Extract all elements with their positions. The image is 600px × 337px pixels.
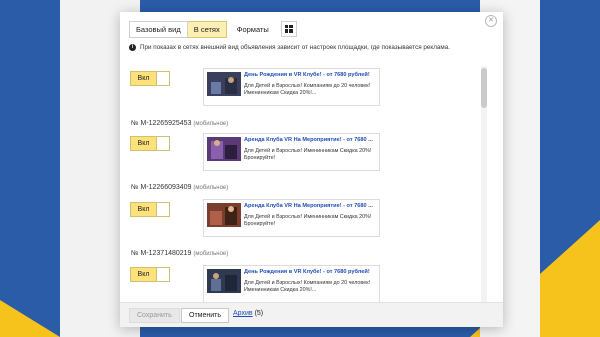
ad-thumbnail bbox=[207, 203, 241, 227]
ad-id-type: (мобильное) bbox=[193, 185, 229, 191]
archive-count: (5) bbox=[254, 310, 264, 317]
info-message: i При показах в сетях внешний вид объявл… bbox=[129, 44, 450, 51]
view-tabs: Базовый вид В сетях Форматы bbox=[129, 20, 297, 38]
grid-view-icon[interactable] bbox=[280, 21, 297, 37]
ad-id: № M-12265925453 (мобильное) bbox=[131, 120, 228, 127]
toggle-label: Вкл bbox=[131, 203, 156, 216]
ad-id-type: (мобильное) bbox=[193, 121, 229, 127]
ad-preview-card: День Рождения в VR Клубе! - от 7680 рубл… bbox=[203, 68, 380, 106]
ad-id-number: № M-12371480219 bbox=[131, 250, 192, 257]
save-button[interactable]: Сохранить bbox=[129, 308, 180, 323]
ad-id: № M-12266093409 (мобильное) bbox=[131, 184, 228, 191]
toggle-label: Вкл bbox=[131, 137, 156, 150]
modal-footer: Сохранить Отменить Архив (5) bbox=[120, 302, 503, 327]
ad-title-link[interactable]: Аренда Клуба VR На Мероприятие! - от 768… bbox=[244, 203, 379, 210]
ad-thumbnail bbox=[207, 72, 241, 96]
ad-title-link[interactable]: День Рождения в VR Клубе! - от 7680 рубл… bbox=[244, 269, 379, 276]
scrollbar-thumb[interactable] bbox=[481, 68, 487, 108]
ad-preview-modal: ✕ Базовый вид В сетях Форматы i При пока… bbox=[120, 12, 503, 327]
ad-preview-card: Аренда Клуба VR На Мероприятие! - от 768… bbox=[203, 133, 380, 171]
ad-id-number: № M-12265925453 bbox=[131, 120, 192, 127]
ad-id: № M-12371480219 (мобильное) bbox=[131, 250, 228, 257]
info-text: При показах в сетях внешний вид объявлен… bbox=[140, 44, 450, 51]
cancel-button[interactable]: Отменить bbox=[181, 308, 229, 323]
toggle-label: Вкл bbox=[131, 268, 156, 281]
close-icon[interactable]: ✕ bbox=[485, 15, 497, 27]
ads-list: Вкл День Рождения в VR Клубе! - от 7680 … bbox=[120, 64, 503, 304]
ad-body-text: Для Детей и Взрослых! Компаниям до 20 че… bbox=[244, 83, 371, 96]
ad-preview-card: День Рождения в VR Клубе! - от 7680 рубл… bbox=[203, 265, 380, 303]
ad-preview-card: Аренда Клуба VR На Мероприятие! - от 768… bbox=[203, 199, 380, 237]
ad-title-link[interactable]: Аренда Клуба VR На Мероприятие! - от 768… bbox=[244, 137, 379, 144]
archive-link[interactable]: Архив bbox=[233, 310, 253, 317]
ad-body-text: Для Детей и Взрослых! Именинникам Скидка… bbox=[244, 214, 372, 227]
toggle-label: Вкл bbox=[131, 72, 156, 85]
tab-networks[interactable]: В сетях bbox=[187, 20, 227, 38]
ad-thumbnail bbox=[207, 137, 241, 161]
ad-toggle[interactable]: Вкл bbox=[130, 71, 170, 86]
ad-toggle[interactable]: Вкл bbox=[130, 267, 170, 282]
ad-toggle[interactable]: Вкл bbox=[130, 136, 170, 151]
ad-id-type: (мобильное) bbox=[193, 251, 229, 257]
ad-body-text: Для Детей и Взрослых! Именинникам Скидка… bbox=[244, 148, 372, 161]
ad-id-number: № M-12266093409 bbox=[131, 184, 192, 191]
ad-toggle[interactable]: Вкл bbox=[130, 202, 170, 217]
tab-formats[interactable]: Форматы bbox=[231, 22, 275, 37]
tab-basic-view[interactable]: Базовый вид bbox=[129, 20, 188, 38]
ad-title-link[interactable]: День Рождения в VR Клубе! - от 7680 рубл… bbox=[244, 72, 379, 79]
ad-body-text: Для Детей и Взрослых! Компаниям до 20 че… bbox=[244, 280, 371, 293]
ad-thumbnail bbox=[207, 269, 241, 293]
info-icon: i bbox=[129, 44, 136, 51]
archive-link-group: Архив (5) bbox=[233, 310, 263, 317]
